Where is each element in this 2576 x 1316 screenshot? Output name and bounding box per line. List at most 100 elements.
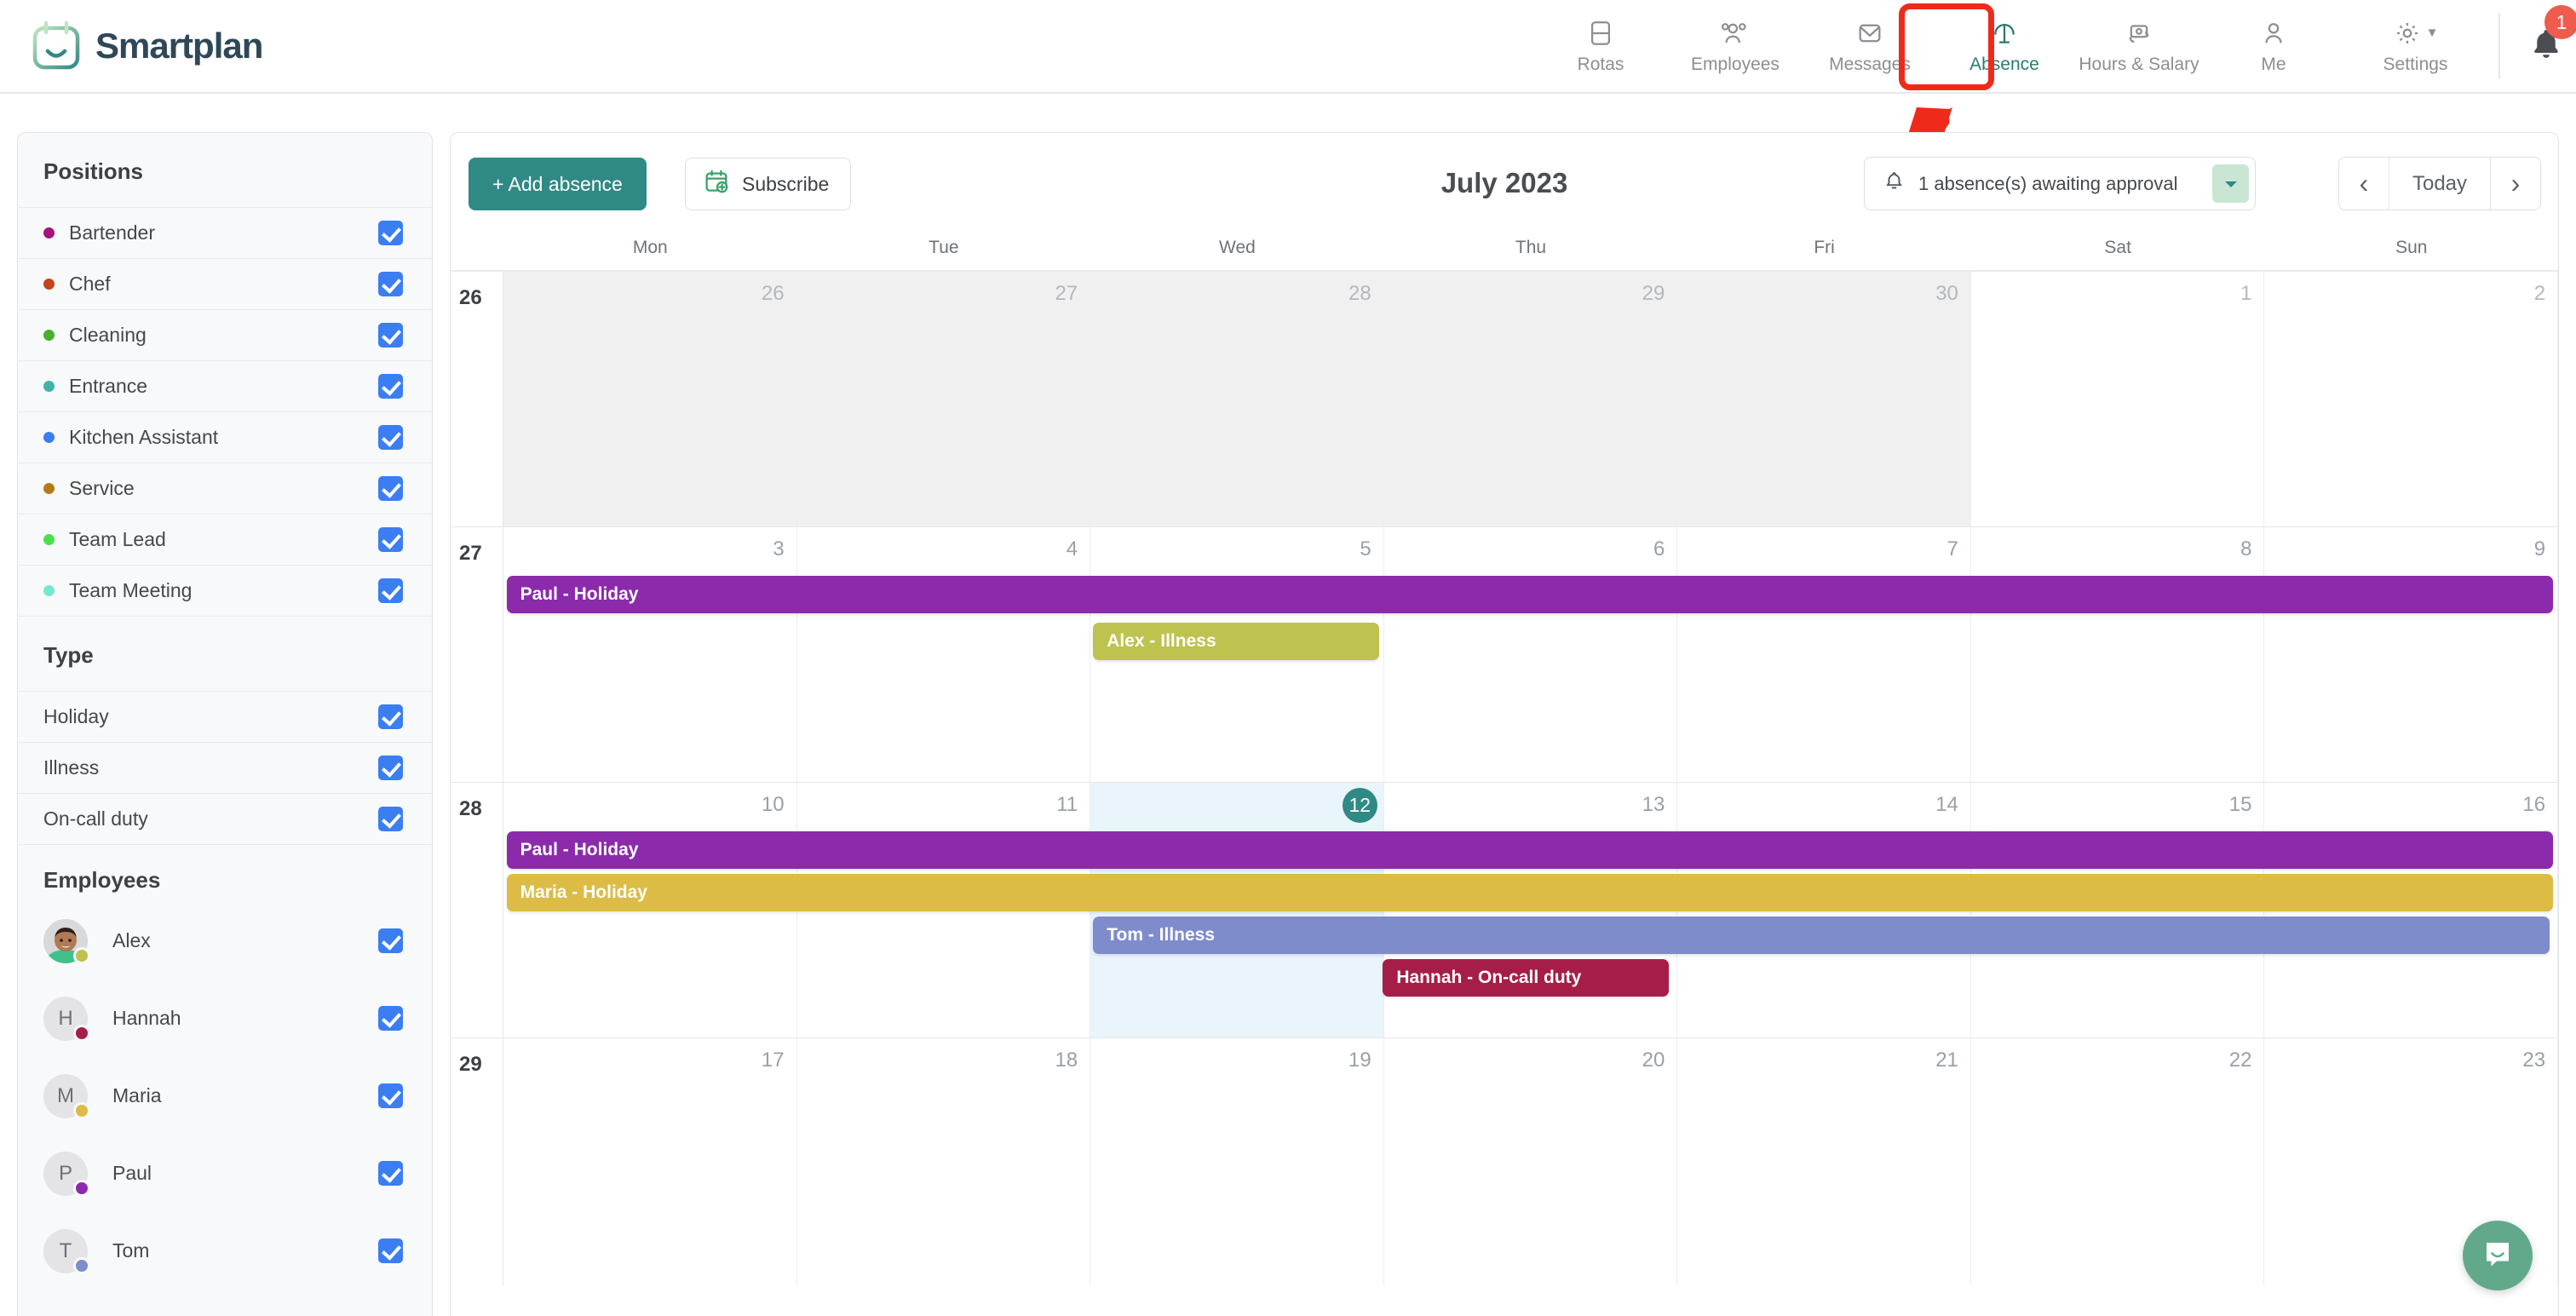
weekday-header-row: Mon Tue Wed Thu Fri Sat Sun [451,225,2558,272]
nav-item-absence[interactable]: Absence [1937,0,2072,92]
day-cell[interactable]: 4 [797,527,1091,782]
sidebar-item-bartender[interactable]: Bartender [18,207,432,258]
top-navigation-bar: Smartplan Rotas Employees Messages Absen… [0,0,2576,94]
type-checkbox[interactable] [378,807,403,831]
day-cell[interactable]: 20 [1384,1038,1678,1285]
type-label: Illness [43,756,100,779]
app-logo[interactable]: Smartplan [31,20,263,72]
filter-sidebar: Positions Bartender Chef Cleaning Entran… [17,132,433,1316]
avatar [43,918,90,964]
day-cell[interactable]: 18 [797,1038,1091,1285]
notification-badge: 1 [2544,5,2576,39]
employee-checkbox[interactable] [378,1083,403,1108]
day-cell[interactable]: 30 [1677,272,1971,526]
sidebar-item-alex[interactable]: Alex [18,902,432,980]
day-cell[interactable]: 3 [503,527,797,782]
day-cell[interactable]: 27 [796,272,1091,526]
day-number: 11 [1056,793,1078,816]
absence-bar[interactable]: Maria - Holiday [506,874,2553,911]
day-cell[interactable]: 29 [1383,272,1678,526]
avatar-initial: P [58,1161,72,1185]
sidebar-item-oncall-duty[interactable]: On-call duty [18,793,432,844]
day-number: 9 [2533,537,2546,560]
nav-label: Messages [1829,54,1911,74]
subscribe-button[interactable]: Subscribe [685,158,852,210]
awaiting-approval-dropdown[interactable]: 1 absence(s) awaiting approval [1864,157,2256,210]
nav-item-rotas[interactable]: Rotas [1533,0,1668,92]
next-period-button[interactable]: › [2491,158,2540,210]
sidebar-item-paul[interactable]: P Paul [18,1135,432,1212]
chat-launcher-button[interactable] [2463,1221,2533,1290]
nav-item-hours-salary[interactable]: Hours & Salary [2072,0,2206,92]
sidebar-item-maria[interactable]: M Maria [18,1057,432,1135]
day-cell[interactable]: 17 [503,1038,797,1285]
awaiting-approval-label: 1 absence(s) awaiting approval [1918,172,2178,194]
position-checkbox[interactable] [378,323,403,348]
employee-label: Tom [112,1239,150,1261]
person-icon [2259,18,2288,49]
employee-checkbox[interactable] [378,1238,403,1263]
nav-item-employees[interactable]: Employees [1668,0,1803,92]
app-name: Smartplan [95,26,263,66]
sidebar-item-hannah[interactable]: H Hannah [18,980,432,1057]
position-checkbox[interactable] [378,527,403,552]
day-cell[interactable]: 21 [1677,1038,1971,1285]
previous-period-button[interactable]: ‹ [2339,158,2389,210]
sidebar-item-kitchen-assistant[interactable]: Kitchen Assistant [18,411,432,463]
employees-header: Employees [18,844,432,902]
absence-bar[interactable]: Paul - Holiday [506,576,2553,613]
day-cell[interactable]: 1 [1971,272,2265,526]
position-checkbox[interactable] [378,272,403,296]
notifications-button[interactable]: 1 [2505,0,2576,92]
position-checkbox[interactable] [378,476,403,501]
calendar-plus-icon [703,168,730,200]
absence-bar[interactable]: Paul - Holiday [506,831,2553,869]
sidebar-item-tom[interactable]: T Tom [18,1212,432,1290]
day-cell[interactable]: 19 [1090,1038,1384,1285]
sidebar-item-holiday[interactable]: Holiday [18,691,432,742]
day-number: 8 [2240,537,2252,560]
absence-bar[interactable]: Tom - Illness [1093,917,2550,954]
position-checkbox[interactable] [378,374,403,399]
nav-item-messages[interactable]: Messages [1803,0,1937,92]
sidebar-item-team-lead[interactable]: Team Lead [18,514,432,565]
sidebar-item-team-meeting[interactable]: Team Meeting [18,565,432,616]
type-checkbox[interactable] [378,756,403,780]
nav-label: Me [2261,54,2286,74]
positions-header: Positions [43,158,144,184]
day-cell[interactable]: 26 [503,272,797,526]
employee-checkbox[interactable] [378,928,403,953]
add-absence-button[interactable]: + Add absence [469,158,647,210]
sidebar-item-cleaning[interactable]: Cleaning [18,309,432,360]
absence-bar[interactable]: Alex - Illness [1093,623,1379,660]
day-cell[interactable]: 22 [1971,1038,2265,1285]
nav-item-me[interactable]: Me [2206,0,2341,92]
day-cell[interactable]: 28 [1090,272,1384,526]
day-cell[interactable]: 8 [1971,527,2265,782]
position-checkbox[interactable] [378,425,403,450]
day-cell[interactable]: 6 [1384,527,1678,782]
position-color-dot [43,585,55,596]
nav-label: Settings [2383,54,2448,74]
sidebar-item-entrance[interactable]: Entrance [18,360,432,411]
dropdown-toggle[interactable] [2212,164,2249,203]
nav-item-settings[interactable]: ▼ Settings [2341,0,2490,92]
type-checkbox[interactable] [378,704,403,729]
sidebar-item-service[interactable]: Service [18,463,432,514]
employee-checkbox[interactable] [378,1161,403,1186]
absence-bar[interactable]: Hannah - On-call duty [1383,959,1669,997]
day-cell[interactable]: 2 [2264,272,2558,526]
today-indicator: 12 [1342,788,1377,823]
day-number: 5 [1360,537,1371,560]
sidebar-item-illness[interactable]: Illness [18,742,432,793]
absence-umbrella-icon [1990,18,2019,49]
position-checkbox[interactable] [378,221,403,245]
employee-checkbox[interactable] [378,1006,403,1031]
day-cell[interactable]: 7 [1677,527,1971,782]
position-label: Bartender [69,221,156,244]
today-button[interactable]: Today [2389,158,2491,210]
position-checkbox[interactable] [378,578,403,603]
sidebar-item-chef[interactable]: Chef [18,258,432,309]
day-cell[interactable]: 9 [2264,527,2558,782]
nav-label: Absence [1969,54,2039,74]
